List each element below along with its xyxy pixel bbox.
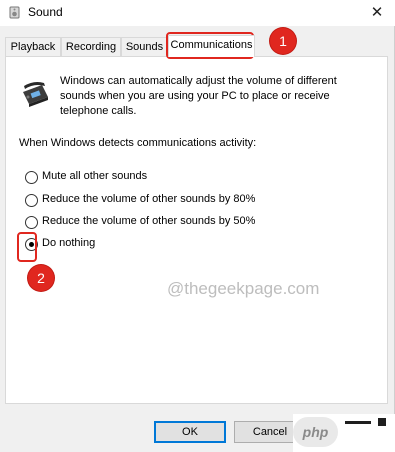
tab-sounds[interactable]: Sounds: [121, 37, 168, 56]
option-label: Reduce the volume of other sounds by 50%: [42, 215, 256, 227]
radio-button[interactable]: [25, 194, 38, 207]
sound-dialog: Sound ✕ Playback Recording Sounds Commun…: [0, 0, 395, 452]
php-logo: php: [293, 417, 338, 447]
ok-button[interactable]: OK: [154, 421, 226, 443]
tab-communications[interactable]: Communications: [168, 35, 255, 57]
radio-button[interactable]: [25, 171, 38, 184]
php-badge: php: [293, 414, 395, 452]
php-dot-icon: [378, 418, 386, 426]
annotation-highlight-radio: [17, 232, 37, 262]
option-label: Do nothing: [42, 237, 96, 249]
close-button[interactable]: ✕: [367, 3, 387, 23]
option-label: Reduce the volume of other sounds by 80%: [42, 193, 256, 205]
option-label: Mute all other sounds: [42, 170, 148, 182]
radio-button[interactable]: [25, 216, 38, 229]
telephone-icon: [23, 82, 48, 107]
speaker-icon: [9, 6, 20, 19]
window-title: Sound: [28, 5, 63, 19]
title-bar: Sound ✕: [0, 0, 395, 26]
annotation-step-2: 2: [28, 265, 54, 291]
annotation-step-1: 1: [270, 28, 296, 54]
communications-description: Windows can automatically adjust the vol…: [60, 75, 337, 117]
watermark: @thegeekpage.com: [167, 279, 320, 298]
tab-recording[interactable]: Recording: [61, 37, 121, 56]
php-bar-icon: [345, 421, 371, 424]
activity-subheading: When Windows detects communications acti…: [19, 137, 257, 149]
tab-playback[interactable]: Playback: [5, 37, 61, 56]
